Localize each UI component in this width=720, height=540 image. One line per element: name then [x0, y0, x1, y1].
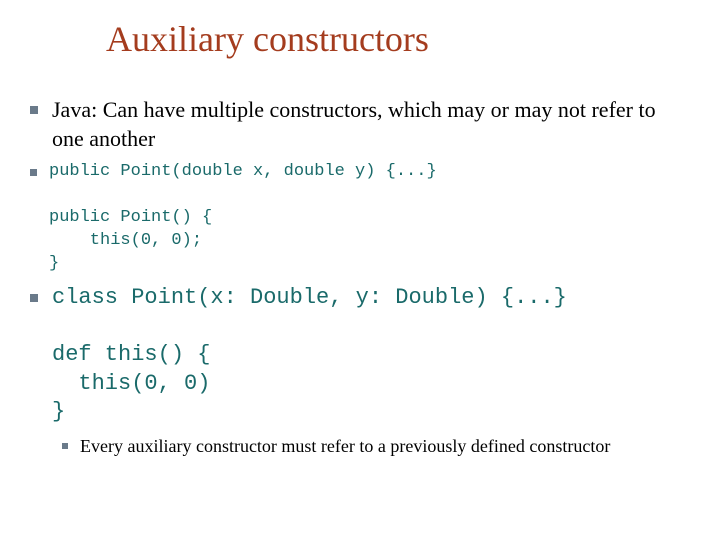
list-item: public Point(double x, double y) {...} p… [30, 161, 690, 276]
slide-title: Auxiliary constructors [106, 18, 429, 60]
bullet-icon [30, 169, 37, 176]
list-item: Every auxiliary constructor must refer t… [62, 435, 690, 458]
bullet-icon [30, 106, 38, 114]
list-item: Java: Can have multiple constructors, wh… [30, 96, 690, 153]
scala-code-block: class Point(x: Double, y: Double) {...} … [52, 284, 567, 427]
bullet-icon [62, 443, 68, 449]
sub-note: Every auxiliary constructor must refer t… [80, 435, 610, 458]
bullet-icon [30, 294, 38, 302]
list-item: class Point(x: Double, y: Double) {...} … [30, 284, 690, 427]
sub-list: Every auxiliary constructor must refer t… [62, 435, 690, 458]
java-code-block: public Point(double x, double y) {...} p… [49, 161, 437, 276]
slide-content: Java: Can have multiple constructors, wh… [30, 96, 690, 466]
java-description: Java: Can have multiple constructors, wh… [52, 96, 690, 153]
